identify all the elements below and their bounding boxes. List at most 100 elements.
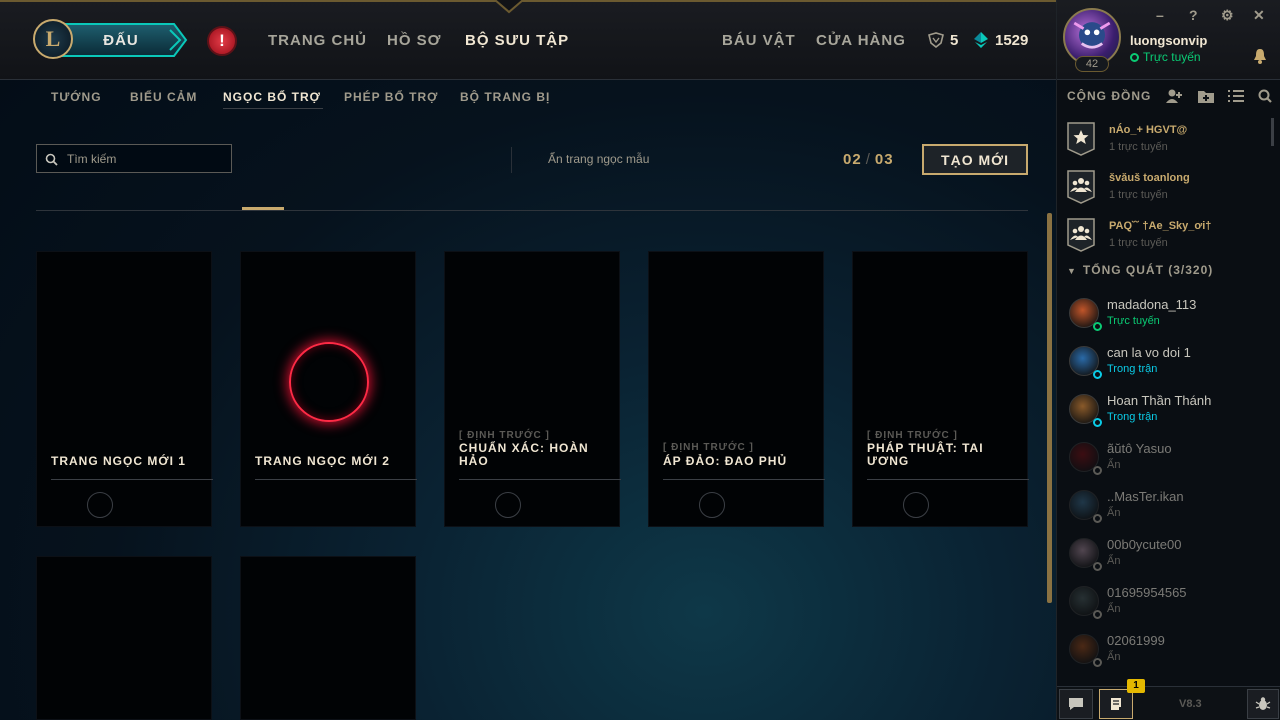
- riot-points-icon: [974, 32, 988, 48]
- rune-page-title: TRANG NGỌC MỚI 1: [51, 454, 186, 468]
- group-status: 1 trực tuyến: [1109, 189, 1168, 201]
- rune-page-card[interactable]: [ ĐỊNH TRƯỚC ] ÁP ĐẢO: ĐAO PHỦ: [648, 251, 825, 527]
- bug-icon: [1255, 697, 1271, 710]
- friend-row[interactable]: can la vo doi 1 Trong trận: [1067, 342, 1277, 386]
- friend-group[interactable]: švăuš toanlong 1 trực tuyến: [1067, 170, 1277, 214]
- content-scrollbar[interactable]: [1047, 213, 1052, 603]
- nav-loot[interactable]: BÁU VẬT: [722, 32, 796, 49]
- status-dot-icon: [1093, 322, 1102, 331]
- group-icon: [1067, 218, 1095, 252]
- friend-group[interactable]: nÁo_+ HGVT@ 1 trực tuyến: [1067, 122, 1277, 166]
- card-divider: [867, 479, 1029, 480]
- minimize-button[interactable]: –: [1156, 7, 1164, 23]
- chevron-down-icon: ▼: [1067, 266, 1077, 276]
- page-count: 02/03: [843, 151, 894, 168]
- selected-ring-icon: [289, 342, 369, 422]
- rune-page-card[interactable]: TRANG NGỌC MỚI 2: [240, 251, 417, 527]
- rune-page-tag: [ ĐỊNH TRƯỚC ]: [663, 442, 754, 453]
- friend-row[interactable]: madadona_113 Trực tuyến: [1067, 294, 1277, 338]
- notifications-button[interactable]: [1099, 689, 1133, 719]
- toolbar-divider: [511, 147, 512, 173]
- nav-store[interactable]: CỬA HÀNG: [816, 32, 906, 49]
- friend-group[interactable]: PAQ˘˘ †Ae_Sky_ơi† 1 trực tuyến: [1067, 218, 1277, 262]
- friend-name: 02061999: [1107, 633, 1165, 648]
- chat-button[interactable]: [1059, 689, 1093, 719]
- card-divider: [663, 479, 825, 480]
- status-dot-icon: [1093, 418, 1102, 427]
- riot-points-count: 1529: [995, 32, 1029, 49]
- subnav-active-underline: [223, 108, 323, 109]
- user-status[interactable]: Trực tuyến: [1143, 50, 1201, 64]
- rune-page-title: ÁP ĐẢO: ĐAO PHỦ: [663, 454, 788, 468]
- scroll-icon: [1111, 698, 1121, 710]
- notification-badge: 1: [1127, 679, 1145, 693]
- rune-page-card[interactable]: [ ĐỊNH TRƯỚC ] CHUẨN XÁC: HOÀN HẢO: [444, 251, 621, 527]
- rune-slot-icon: [699, 492, 725, 518]
- create-new-button[interactable]: TẠO MỚI: [922, 144, 1028, 175]
- search-input[interactable]: Tìm kiếm: [36, 144, 232, 173]
- search-friends-icon[interactable]: [1257, 88, 1275, 104]
- bell-icon[interactable]: [1253, 48, 1267, 64]
- status-dot-icon: [1093, 370, 1102, 379]
- group-status: 1 trực tuyến: [1109, 141, 1168, 153]
- group-name: PAQ˘˘ †Ae_Sky_ơi†: [1109, 220, 1212, 232]
- list-icon[interactable]: [1227, 88, 1245, 104]
- nav-home[interactable]: TRANG CHỦ: [268, 32, 367, 49]
- orange-essence-count: 5: [950, 32, 959, 49]
- alert-icon[interactable]: !: [207, 26, 237, 56]
- star-icon: [1067, 122, 1095, 156]
- social-panel: 42 luongsonvip Trực tuyến – ? ⚙ ✕ CỘNG Đ…: [1056, 0, 1280, 720]
- help-button[interactable]: ?: [1189, 7, 1198, 23]
- rune-page-title: TRANG NGỌC MỚI 2: [255, 454, 390, 468]
- social-footer: 1 V8.3: [1057, 679, 1280, 720]
- username: luongsonvip: [1130, 33, 1208, 48]
- online-status-icon: [1130, 53, 1139, 62]
- status-dot-icon: [1093, 610, 1102, 619]
- friend-name: ãŭtô Yasuo: [1107, 441, 1172, 456]
- friends-section-header[interactable]: ▼ TỔNG QUÁT (3/320): [1067, 263, 1213, 277]
- friend-row[interactable]: 00b0ycute00 Ẩn: [1067, 534, 1277, 578]
- friend-status: Trong trận: [1107, 411, 1158, 423]
- friend-row[interactable]: 01695954565 Ẩn: [1067, 582, 1277, 626]
- chat-icon: [1069, 698, 1083, 710]
- content-divider: [36, 210, 1028, 211]
- rune-page-card[interactable]: TRANG NGỌC MỚI 1: [36, 251, 213, 527]
- client-version: V8.3: [1179, 698, 1202, 710]
- subnav-runes[interactable]: NGỌC BỔ TRỢ: [223, 90, 321, 104]
- rune-page-card[interactable]: [36, 556, 212, 720]
- play-button-label[interactable]: ĐẤU: [66, 22, 176, 58]
- friend-row[interactable]: 02061999 Ẩn: [1067, 630, 1277, 674]
- rune-page-card[interactable]: [ ĐỊNH TRƯỚC ] PHÁP THUẬT: TAI ƯƠNG: [852, 251, 1029, 527]
- friend-name: can la vo doi 1: [1107, 345, 1191, 360]
- subnav-spells[interactable]: PHÉP BỔ TRỢ: [344, 90, 438, 104]
- add-friend-icon[interactable]: [1165, 88, 1183, 104]
- friend-status: Ẩn: [1107, 555, 1121, 567]
- settings-button[interactable]: ⚙: [1221, 7, 1234, 24]
- friend-status: Trong trận: [1107, 363, 1158, 375]
- subnav-item-sets[interactable]: BỘ TRANG BỊ: [460, 90, 550, 104]
- social-scrollbar[interactable]: [1271, 118, 1274, 146]
- group-icon: [1067, 170, 1095, 204]
- friend-row[interactable]: ãŭtô Yasuo Ẩn: [1067, 438, 1277, 482]
- friend-name: ..MasTer.ikan: [1107, 489, 1184, 504]
- friend-status: Ẩn: [1107, 651, 1121, 663]
- rune-page-tag: [ ĐỊNH TRƯỚC ]: [459, 430, 550, 441]
- friend-row[interactable]: ..MasTer.ikan Ẩn: [1067, 486, 1277, 530]
- page-current: 02: [843, 151, 862, 168]
- friend-name: 01695954565: [1107, 585, 1187, 600]
- nav-profile[interactable]: HỒ SƠ: [387, 32, 441, 49]
- friend-row[interactable]: Hoan Thần Thánh Trong trận: [1067, 390, 1277, 434]
- subnav-emotes[interactable]: BIỂU CẢM: [130, 90, 197, 104]
- subnav-champions[interactable]: TƯỚNG: [51, 90, 102, 104]
- close-button[interactable]: ✕: [1253, 7, 1265, 24]
- nav-collection[interactable]: BỘ SƯU TẬP: [465, 32, 569, 49]
- status-dot-icon: [1093, 658, 1102, 667]
- add-folder-icon[interactable]: [1197, 88, 1215, 104]
- top-notch-decoration: [494, 0, 524, 14]
- rune-page-title: CHUẨN XÁC: HOÀN HẢO: [459, 441, 589, 468]
- bug-report-button[interactable]: [1247, 689, 1279, 719]
- rune-page-card[interactable]: [240, 556, 416, 720]
- hide-preset-pages-toggle[interactable]: Ẩn trang ngọc mẫu: [548, 152, 649, 166]
- rune-slot-icon: [903, 492, 929, 518]
- card-divider: [459, 479, 621, 480]
